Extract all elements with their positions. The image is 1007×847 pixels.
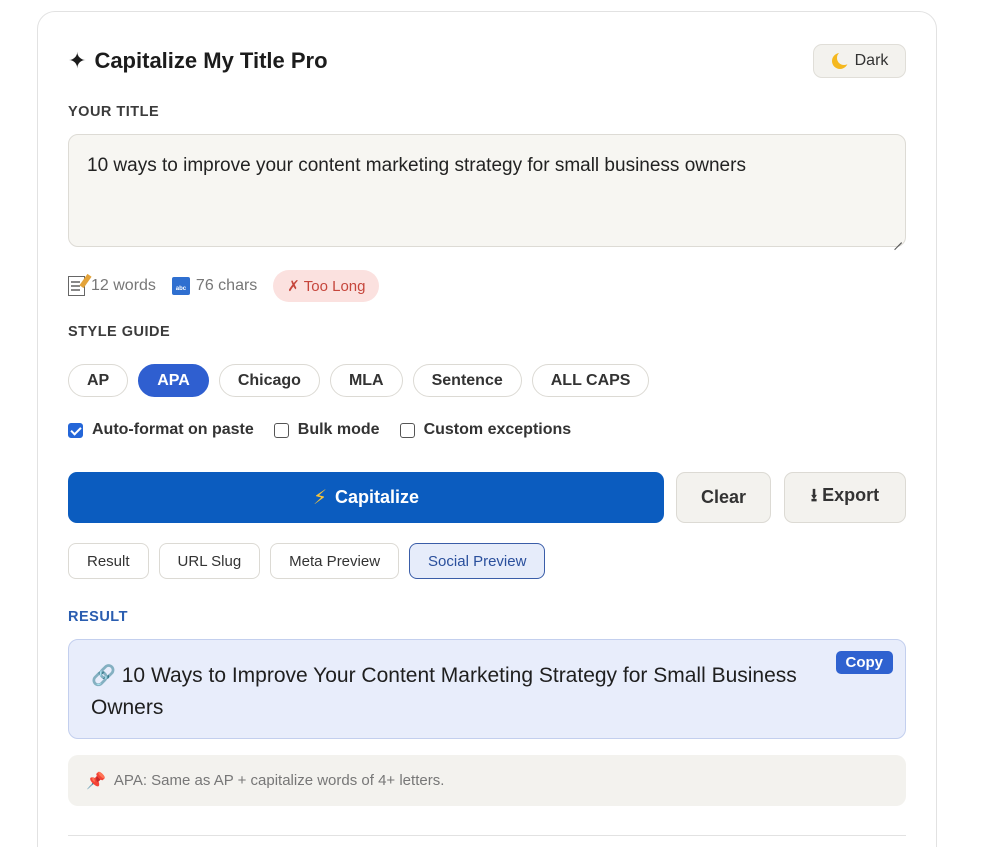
title-input-label: YOUR TITLE: [68, 104, 160, 120]
moon-icon: [831, 51, 851, 70]
output-tabs: Result URL Slug Meta Preview Social Prev…: [68, 543, 546, 579]
style-option-mla[interactable]: MLA: [329, 364, 403, 397]
page-title-text: Capitalize My Title Pro: [94, 48, 328, 73]
result-text: 10 Ways to Improve Your Content Marketin…: [91, 664, 797, 719]
char-count: abc 76 chars: [171, 277, 258, 295]
custom-exceptions-checkbox[interactable]: [399, 422, 415, 438]
pushpin-icon: 📌: [86, 772, 106, 790]
capitalize-button[interactable]: ⚡ Capitalize: [68, 472, 664, 523]
export-label: ⭳ Export: [810, 484, 880, 505]
tab-url-slug[interactable]: URL Slug: [158, 543, 261, 579]
dark-mode-button[interactable]: Dark: [813, 44, 906, 78]
resize-handle-icon[interactable]: [893, 234, 903, 244]
word-count: 12 words: [68, 276, 156, 296]
char-count-text: 76 chars: [195, 277, 258, 294]
lightning-icon: ⚡: [312, 487, 327, 509]
auto-format-label: Auto-format on paste: [92, 421, 254, 438]
memo-icon: [68, 276, 85, 296]
style-guide-label: STYLE GUIDE: [68, 324, 171, 340]
custom-exceptions-option[interactable]: Custom exceptions: [399, 421, 572, 439]
title-textarea[interactable]: 10 ways to improve your content marketin…: [68, 134, 906, 247]
length-status-text: ✗ Too Long: [287, 278, 366, 295]
bulk-mode-option[interactable]: Bulk mode: [273, 421, 380, 439]
app-card: ✦ Capitalize My Title Pro Dark YOUR TITL…: [37, 11, 937, 847]
bulk-mode-label: Bulk mode: [297, 421, 380, 438]
divider: [68, 835, 906, 836]
capitalize-label: Capitalize: [335, 487, 420, 507]
auto-format-option[interactable]: Auto-format on paste: [68, 421, 254, 439]
page-title: ✦ Capitalize My Title Pro: [68, 48, 328, 74]
length-status-badge: ✗ Too Long: [273, 270, 380, 302]
style-option-chicago[interactable]: Chicago: [218, 364, 320, 397]
copy-button[interactable]: Copy: [835, 651, 893, 674]
style-guide-selector: AP APA Chicago MLA Sentence ALL CAPS: [68, 364, 650, 397]
tab-result[interactable]: Result: [68, 543, 149, 579]
dark-mode-label: Dark: [854, 52, 889, 69]
style-option-apa[interactable]: APA: [138, 364, 209, 397]
abc-icon: abc: [171, 277, 190, 295]
auto-format-checkbox[interactable]: [68, 422, 83, 438]
stats-bar: 12 words abc 76 chars ✗ Too Long: [68, 270, 380, 302]
word-count-text: 12 words: [91, 277, 156, 294]
sparkle-icon: ✦: [68, 48, 87, 73]
bulk-mode-checkbox[interactable]: [273, 422, 289, 438]
style-tip: 📌 APA: Same as AP + capitalize words of …: [68, 755, 906, 806]
custom-exceptions-label: Custom exceptions: [423, 421, 572, 438]
result-output: 🔗 10 Ways to Improve Your Content Market…: [91, 660, 831, 724]
export-button[interactable]: ⭳ Export: [784, 472, 906, 523]
result-box: 🔗 10 Ways to Improve Your Content Market…: [68, 639, 906, 739]
tab-social-preview[interactable]: Social Preview: [409, 543, 546, 579]
tab-meta-preview[interactable]: Meta Preview: [270, 543, 400, 579]
style-option-sentence[interactable]: Sentence: [412, 364, 522, 397]
style-option-all-caps[interactable]: ALL CAPS: [531, 364, 650, 397]
options-row: Auto-format on paste Bulk mode Custom ex…: [68, 421, 571, 439]
style-tip-text: APA: Same as AP + capitalize words of 4+…: [113, 772, 445, 789]
link-icon: 🔗: [91, 665, 116, 687]
clear-label: Clear: [700, 487, 747, 507]
title-textarea-value: 10 ways to improve your content marketin…: [87, 155, 746, 176]
result-label: RESULT: [68, 609, 128, 625]
style-option-ap[interactable]: AP: [68, 364, 129, 397]
clear-button[interactable]: Clear: [676, 472, 771, 523]
